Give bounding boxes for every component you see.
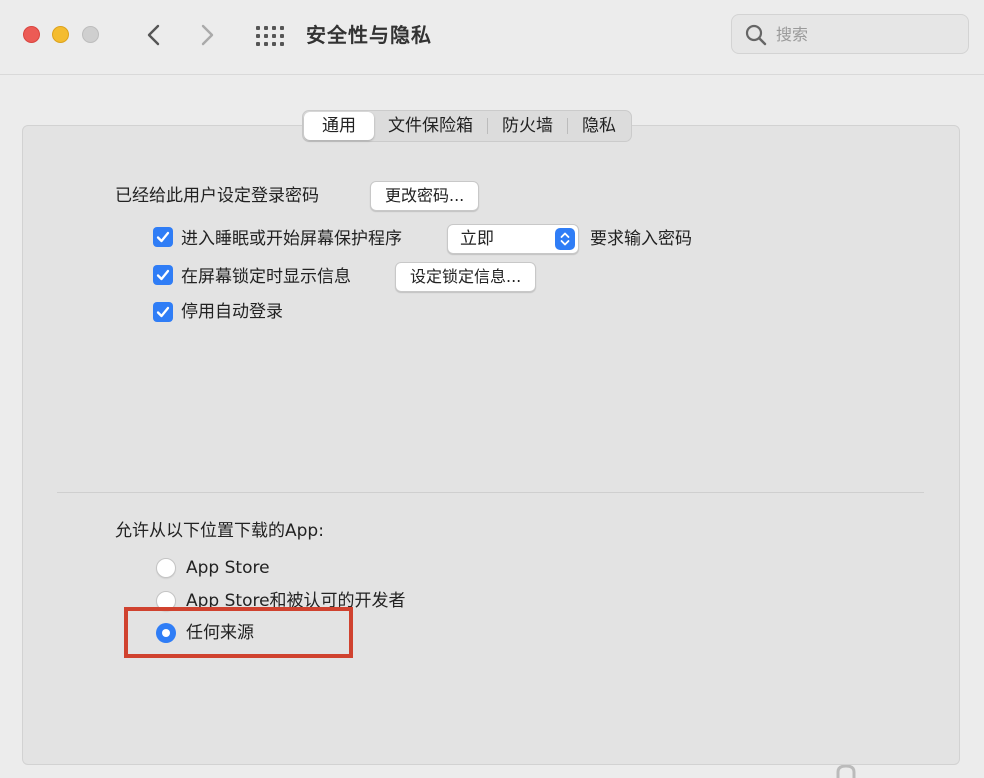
- change-password-button[interactable]: 更改密码...: [370, 181, 480, 211]
- checkmark-icon: [156, 269, 170, 281]
- general-panel: [22, 125, 960, 765]
- tab-privacy[interactable]: 隐私: [568, 112, 630, 140]
- chevron-right-icon: [201, 24, 214, 46]
- tab-bar: 通用 文件保险箱 防火墙 隐私: [302, 110, 632, 142]
- set-lock-message-button[interactable]: 设定锁定信息...: [395, 262, 537, 292]
- section-divider: [57, 492, 924, 493]
- minimize-window-button[interactable]: [52, 26, 69, 43]
- search-placeholder: 搜索: [776, 25, 809, 44]
- lock-message-checkbox[interactable]: [153, 265, 173, 285]
- zoom-window-button[interactable]: [82, 26, 99, 43]
- tab-firewall[interactable]: 防火墙: [488, 112, 567, 140]
- radio-app-store-label[interactable]: App Store: [186, 556, 270, 580]
- disable-autologin-label: 停用自动登录: [181, 302, 283, 322]
- tab-filevault[interactable]: 文件保险箱: [374, 112, 487, 140]
- search-icon: [745, 24, 767, 46]
- back-button[interactable]: [140, 20, 168, 50]
- require-password-label: 进入睡眠或开始屏幕保护程序: [181, 229, 402, 249]
- disable-autologin-checkbox[interactable]: [153, 302, 173, 322]
- search-field[interactable]: 搜索: [731, 14, 969, 54]
- lock-message-label: 在屏幕锁定时显示信息: [181, 267, 351, 287]
- require-password-checkbox[interactable]: [153, 227, 173, 247]
- chevron-left-icon: [147, 24, 160, 46]
- password-set-label: 已经给此用户设定登录密码: [115, 186, 319, 206]
- downloads-heading: 允许从以下位置下载的App:: [115, 521, 324, 541]
- radio-app-store[interactable]: [156, 558, 176, 578]
- annotation-highlight-box: [124, 607, 353, 658]
- checkmark-icon: [156, 306, 170, 318]
- checkmark-icon: [156, 231, 170, 243]
- tab-general[interactable]: 通用: [304, 112, 374, 140]
- close-window-button[interactable]: [23, 26, 40, 43]
- require-password-suffix: 要求输入密码: [590, 229, 692, 249]
- window-title: 安全性与隐私: [306, 23, 432, 47]
- show-all-grid-icon[interactable]: [256, 26, 284, 46]
- window-toolbar: 安全性与隐私 搜索: [0, 0, 984, 75]
- updown-chevron-icon: [555, 228, 575, 250]
- password-delay-select[interactable]: 立即: [447, 224, 579, 254]
- forward-button[interactable]: [193, 20, 221, 50]
- lock-icon: [836, 765, 856, 778]
- password-delay-value: 立即: [460, 229, 494, 249]
